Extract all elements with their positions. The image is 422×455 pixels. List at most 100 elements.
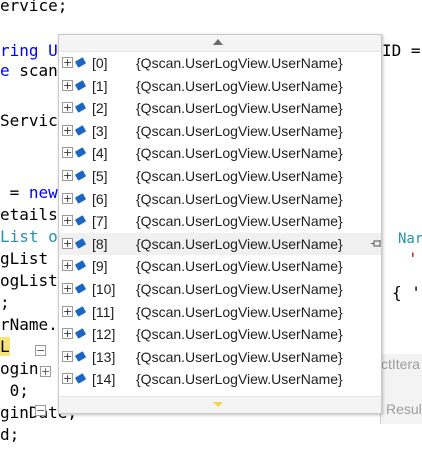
arrow-down-icon bbox=[213, 402, 223, 407]
code-line: ervice; bbox=[0, 0, 68, 15]
row-index: [1] bbox=[92, 77, 108, 94]
code-line: L bbox=[0, 337, 10, 357]
code-fragment: scan bbox=[9, 61, 58, 80]
code-line: d; bbox=[0, 425, 20, 444]
field-icon bbox=[74, 102, 87, 113]
code-line: gList bbox=[0, 249, 58, 268]
row-index: [4] bbox=[92, 145, 108, 162]
row-value: {Qscan.UserLogView.UserName} bbox=[136, 281, 343, 297]
highlighted-token: L bbox=[0, 337, 10, 356]
row-value: {Qscan.UserLogView.UserName} bbox=[136, 77, 343, 94]
datatip-row[interactable]: + [2] {Qscan.UserLogView.UserName} bbox=[59, 97, 381, 119]
code-line: ring U bbox=[0, 41, 58, 60]
expand-icon[interactable]: + bbox=[62, 283, 73, 294]
datatip-row[interactable]: + [9] {Qscan.UserLogView.UserName} bbox=[59, 255, 381, 277]
field-icon bbox=[74, 328, 87, 339]
code-line: etails bbox=[0, 205, 58, 224]
expand-icon[interactable]: + bbox=[62, 328, 73, 340]
expand-icon[interactable]: + bbox=[62, 79, 73, 91]
side-tab-label[interactable]: ctItera bbox=[381, 356, 420, 372]
datatip-row[interactable]: + [4] {Qscan.UserLogView.UserName} bbox=[59, 142, 381, 164]
field-icon bbox=[74, 57, 87, 68]
row-value: {Qscan.UserLogView.UserName} bbox=[136, 235, 343, 252]
scroll-down-button[interactable] bbox=[59, 396, 381, 413]
side-tab-label[interactable]: Resul bbox=[386, 401, 422, 417]
code-fragment: ' bbox=[408, 249, 418, 268]
code-line: ogList bbox=[0, 271, 58, 290]
field-icon bbox=[74, 238, 87, 249]
expand-icon[interactable]: + bbox=[62, 373, 73, 385]
datatip-row[interactable]: + [10] {Qscan.UserLogView.UserName} bbox=[59, 278, 381, 300]
datatip-row[interactable]: + [5] {Qscan.UserLogView.UserName} bbox=[59, 165, 381, 187]
datatip-row[interactable]: + [11] {Qscan.UserLogView.UserName} bbox=[59, 301, 381, 323]
field-icon bbox=[74, 170, 87, 181]
row-value: {Qscan.UserLogView.UserName} bbox=[136, 190, 343, 207]
scroll-up-button[interactable] bbox=[59, 35, 381, 52]
datatip-row[interactable]: + [3] {Qscan.UserLogView.UserName} bbox=[59, 120, 381, 142]
expand-icon[interactable]: + bbox=[62, 124, 73, 136]
row-index: [5] bbox=[92, 168, 108, 184]
code-line: ; bbox=[0, 293, 10, 312]
row-value: {Qscan.UserLogView.UserName} bbox=[136, 168, 343, 184]
row-index: [11] bbox=[92, 303, 115, 320]
code-line: 0; bbox=[0, 381, 29, 400]
expand-icon[interactable]: + bbox=[62, 170, 73, 181]
code-line: e scan bbox=[0, 61, 58, 80]
expand-icon[interactable]: + bbox=[62, 215, 73, 227]
row-index: [6] bbox=[92, 190, 108, 207]
datatip-popup[interactable]: + [0] {Qscan.UserLogView.UserName} + [1] {Qsc… bbox=[58, 34, 382, 414]
row-index: [0] bbox=[92, 55, 108, 71]
row-value: {Qscan.UserLogView.UserName} bbox=[136, 145, 343, 162]
row-value: {Qscan.UserLogView.UserName} bbox=[136, 303, 343, 320]
row-value: {Qscan.UserLogView.UserName} bbox=[136, 55, 343, 71]
row-index: [9] bbox=[92, 258, 108, 275]
arrow-up-icon bbox=[213, 39, 223, 45]
row-index: [13] bbox=[92, 348, 116, 365]
code-fragment: Nar bbox=[398, 231, 422, 247]
row-index: [3] bbox=[92, 122, 108, 139]
expand-icon[interactable]: + bbox=[62, 260, 73, 272]
expand-icon[interactable]: + bbox=[62, 305, 73, 317]
field-icon bbox=[74, 260, 87, 272]
field-icon bbox=[74, 305, 87, 317]
expand-icon[interactable]: + bbox=[62, 57, 73, 68]
expand-icon[interactable]: + bbox=[40, 366, 51, 377]
row-value: {Qscan.UserLogView.UserName} bbox=[136, 213, 343, 230]
expand-icon[interactable]: + bbox=[62, 147, 73, 159]
datatip-row[interactable]: + [7] {Qscan.UserLogView.UserName} bbox=[59, 210, 381, 232]
row-index: [12] bbox=[92, 326, 116, 343]
row-value: {Qscan.UserLogView.UserName} bbox=[136, 258, 343, 275]
row-value: {Qscan.UserLogView.UserName} bbox=[136, 122, 343, 139]
expand-icon[interactable]: + bbox=[62, 350, 73, 362]
row-value: {Qscan.UserLogView.UserName} bbox=[136, 100, 343, 117]
row-index: [2] bbox=[92, 100, 108, 117]
pin-icon[interactable] bbox=[371, 239, 383, 249]
expand-icon[interactable]: + bbox=[62, 237, 73, 249]
collapse-icon[interactable]: − bbox=[35, 405, 46, 416]
row-index: [7] bbox=[92, 213, 108, 230]
expand-icon[interactable]: + bbox=[62, 102, 73, 114]
field-icon bbox=[74, 373, 87, 385]
code-fragment: { ' bbox=[392, 283, 421, 302]
datatip-row[interactable]: + [6] {Qscan.UserLogView.UserName} bbox=[59, 188, 381, 210]
datatip-row[interactable]: + [13] {Qscan.UserLogView.UserName} bbox=[59, 346, 381, 368]
row-value: {Qscan.UserLogView.UserName} bbox=[136, 326, 343, 343]
datatip-row[interactable]: + [1] {Qscan.UserLogView.UserName} bbox=[59, 75, 381, 97]
datatip-row[interactable]: + [12] {Qscan.UserLogView.UserName} bbox=[59, 323, 381, 345]
field-icon bbox=[74, 147, 87, 159]
row-index: [10] bbox=[92, 281, 116, 297]
code-line: List o bbox=[0, 227, 58, 246]
code-fragment: ID = bbox=[382, 41, 421, 60]
expand-icon[interactable]: + bbox=[62, 192, 73, 204]
datatip-row[interactable]: + [0] {Qscan.UserLogView.UserName} bbox=[59, 52, 381, 74]
code-line: ogin bbox=[0, 359, 39, 378]
collapse-icon[interactable]: − bbox=[35, 345, 46, 356]
code-line: Servic bbox=[0, 111, 58, 130]
datatip-row[interactable]: + [8] {Qscan.UserLogView.UserName} bbox=[59, 232, 383, 255]
code-line: = new bbox=[0, 183, 58, 202]
field-icon bbox=[74, 192, 87, 204]
field-icon bbox=[74, 351, 87, 362]
field-icon bbox=[74, 125, 87, 136]
row-index: [8] bbox=[92, 235, 108, 252]
datatip-row[interactable]: + [14] {Qscan.UserLogView.UserName} bbox=[59, 368, 381, 390]
